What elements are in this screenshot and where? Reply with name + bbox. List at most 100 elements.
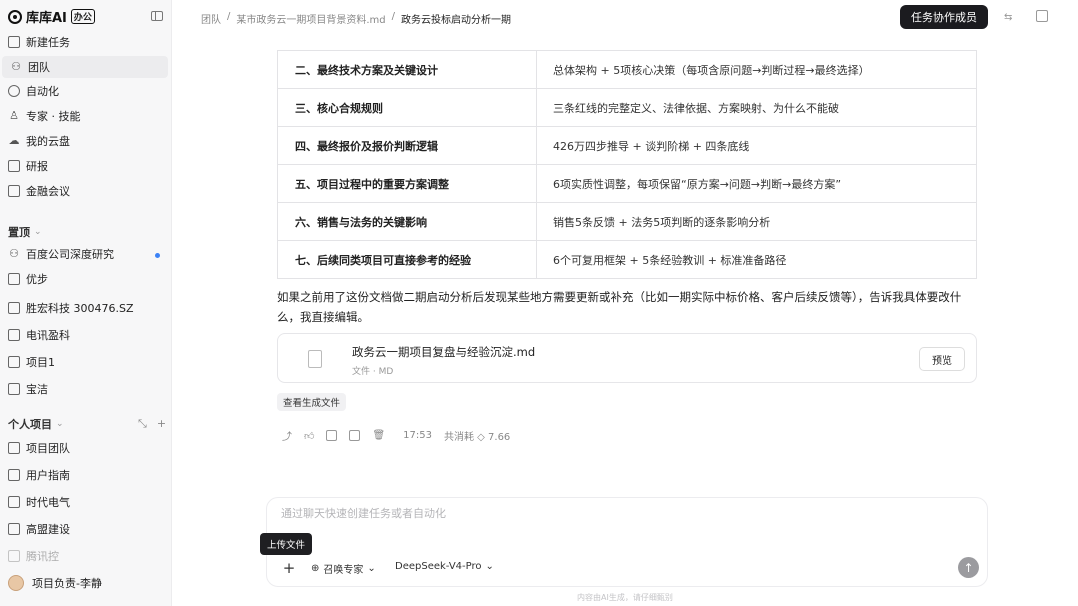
expert-icon: ⊕: [311, 563, 320, 574]
table-cell: 销售5条反馈 + 法务5项判断的逐条影响分析: [553, 215, 771, 229]
expert-icon: ♙: [9, 109, 19, 122]
summary-table: 二、最终技术方案及关键设计 总体架构 + 5项核心决策（每项含原问题→判断过程→…: [277, 50, 977, 279]
upload-tooltip: 上传文件: [260, 533, 313, 555]
project-icon: [8, 383, 20, 395]
delete-icon[interactable]: 🗑︎: [372, 430, 385, 441]
sidebar-toggle-icon[interactable]: [151, 11, 163, 21]
table-row: 三、核心合规规则 三条红线的完整定义、法律依据、方案映射、为什么不能破: [278, 88, 976, 126]
cloud-icon: ☁: [8, 134, 20, 147]
project-icon: [8, 329, 20, 341]
table-cell: 总体架构 + 5项核心决策（每项含原问题→判断过程→最终选择）: [553, 63, 870, 77]
personal-item[interactable]: 项目团队: [0, 437, 168, 459]
file-name: 政务云一期项目复盘与经验沉淀.md: [352, 345, 536, 359]
breadcrumb-item[interactable]: 某市政务云一期项目背景资料.md: [236, 11, 385, 26]
chevron-down-icon: ⌄: [367, 563, 376, 574]
new-task-icon: [8, 36, 20, 48]
personal-item[interactable]: 用户指南: [0, 464, 168, 486]
table-cell: 6个可复用框架 + 5条经验教训 + 标准准备路径: [553, 253, 787, 267]
pinned-item[interactable]: 电讯盈科: [0, 324, 168, 346]
table-cell: 七、后续同类项目可直接参考的经验: [278, 241, 537, 278]
brand-name: 库库AI: [26, 11, 67, 26]
team-icon: ⚇: [11, 60, 21, 73]
project-icon: [8, 523, 20, 535]
credits-used: 共消耗 ◇ 7.66: [443, 432, 511, 443]
breadcrumb-separator: /: [391, 11, 396, 22]
table-cell: 6项实质性调整，每项保留“原方案→问题→判断→最终方案”: [553, 177, 842, 191]
project-icon: ⚇: [9, 247, 19, 260]
thumbs-up-icon[interactable]: 👍︎: [304, 430, 314, 442]
message-time: 17:53: [403, 430, 432, 441]
copy-icon[interactable]: [349, 430, 361, 441]
sidebar-item-new-task[interactable]: 新建任务: [0, 31, 168, 53]
send-button[interactable]: ↑: [958, 557, 979, 578]
collapse-icon[interactable]: ⤡: [138, 417, 147, 431]
project-icon: [8, 302, 20, 314]
breadcrumb-item[interactable]: 团队: [201, 11, 221, 26]
pinned-item[interactable]: 胜宏科技 300476.SZ: [0, 297, 168, 319]
personal-section-title[interactable]: 个人项目 ⌄: [8, 416, 64, 432]
pinned-item[interactable]: ⚇ 百度公司深度研究: [0, 243, 168, 265]
personal-item[interactable]: 腾讯控: [0, 545, 168, 567]
user-name: 项目负责-李静: [32, 577, 102, 590]
chevron-down-icon: ⌄: [34, 227, 42, 237]
file-card[interactable]: 政务云一期项目复盘与经验沉淀.md 文件 · MD 预览: [277, 333, 977, 383]
avatar: [8, 575, 24, 591]
split-view-icon[interactable]: ⇆: [1004, 12, 1012, 23]
summon-expert-button[interactable]: ⊕ 召唤专家 ⌄: [311, 561, 376, 576]
arrow-up-icon: ↑: [963, 560, 974, 575]
pinned-item[interactable]: 宝洁: [0, 378, 168, 400]
table-row: 七、后续同类项目可直接参考的经验 6个可复用框架 + 5条经验教训 + 标准准备…: [278, 240, 976, 278]
sidebar-item-expert[interactable]: ♙ 专家 · 技能: [0, 105, 168, 127]
project-icon: [8, 469, 20, 481]
table-row: 二、最终技术方案及关键设计 总体架构 + 5项核心决策（每项含原问题→判断过程→…: [278, 50, 976, 88]
chevron-down-icon: ⌄: [485, 561, 494, 572]
brand[interactable]: 库库AI 办公: [8, 7, 95, 26]
personal-item[interactable]: 高盟建设: [0, 518, 168, 540]
project-icon: [8, 273, 20, 285]
project-icon: [8, 442, 20, 454]
chat-input[interactable]: [281, 507, 881, 520]
file-icon: [308, 350, 322, 368]
meeting-icon: [8, 185, 20, 197]
sidebar-item-meeting[interactable]: 金融会议: [0, 180, 168, 202]
view-generated-files-button[interactable]: 查看生成文件: [277, 393, 347, 411]
table-cell: 四、最终报价及报价判断逻辑: [278, 127, 537, 164]
sidebar-item-report[interactable]: 研报: [0, 155, 168, 177]
sidebar: 库库AI 办公 新建任务 ⚇ 团队 自动化 ♙ 专家 · 技能 ☁ 我的云盘 研…: [0, 0, 172, 606]
file-meta: 文件 · MD: [352, 367, 394, 377]
sidebar-item-team[interactable]: ⚇ 团队: [2, 56, 168, 78]
sidebar-item-cloud[interactable]: ☁ 我的云盘: [0, 130, 168, 152]
pinned-item[interactable]: 优步: [0, 268, 168, 290]
breadcrumb-separator: /: [227, 11, 231, 22]
pinned-section-title[interactable]: 置顶 ⌄: [8, 224, 42, 240]
model-select[interactable]: DeepSeek-V4-Pro ⌄: [395, 561, 494, 572]
unread-dot: [155, 253, 160, 258]
upload-file-button[interactable]: +: [280, 559, 298, 577]
user-profile[interactable]: 项目负责-李静: [8, 575, 102, 591]
preview-button[interactable]: 预览: [919, 347, 965, 371]
project-icon: [8, 356, 20, 368]
table-cell: 三、核心合规规则: [278, 89, 537, 126]
table-cell: 426万四步推导 + 谈判阶梯 + 四条底线: [553, 139, 750, 153]
task-members-button[interactable]: 任务协作成员: [900, 5, 988, 29]
header: 团队 / 某市政务云一期项目背景资料.md / 政务云投标启动分析一期 任务协作…: [172, 0, 1078, 34]
clock-icon: [8, 85, 20, 97]
project-icon: [8, 496, 20, 508]
assistant-message-text: 如果之前用了这份文档做二期启动分析后发现某些地方需要更新或补充（比如一期实际中标…: [277, 290, 962, 324]
table-row: 六、销售与法务的关键影响 销售5条反馈 + 法务5项判断的逐条影响分析: [278, 202, 976, 240]
message-actions: ⤴ 👍︎ 🗑︎ 17:53 共消耗 ◇ 7.66: [282, 428, 510, 443]
logo-icon: [8, 9, 22, 24]
pinned-item[interactable]: 项目1: [0, 351, 168, 373]
sidebar-item-automation[interactable]: 自动化: [0, 80, 168, 102]
feedback-icon[interactable]: [326, 430, 338, 441]
table-cell: 六、销售与法务的关键影响: [278, 203, 537, 240]
panel-toggle-icon[interactable]: [1036, 10, 1048, 22]
share-icon[interactable]: ⤴: [282, 428, 292, 443]
chevron-down-icon: ⌄: [56, 419, 64, 429]
table-cell: 三条红线的完整定义、法律依据、方案映射、为什么不能破: [553, 101, 839, 115]
personal-section-actions: ⤡ +: [138, 417, 166, 431]
add-project-icon[interactable]: +: [157, 417, 166, 431]
personal-item[interactable]: 时代电气: [0, 491, 168, 513]
table-row: 四、最终报价及报价判断逻辑 426万四步推导 + 谈判阶梯 + 四条底线: [278, 126, 976, 164]
table-row: 五、项目过程中的重要方案调整 6项实质性调整，每项保留“原方案→问题→判断→最终…: [278, 164, 976, 202]
